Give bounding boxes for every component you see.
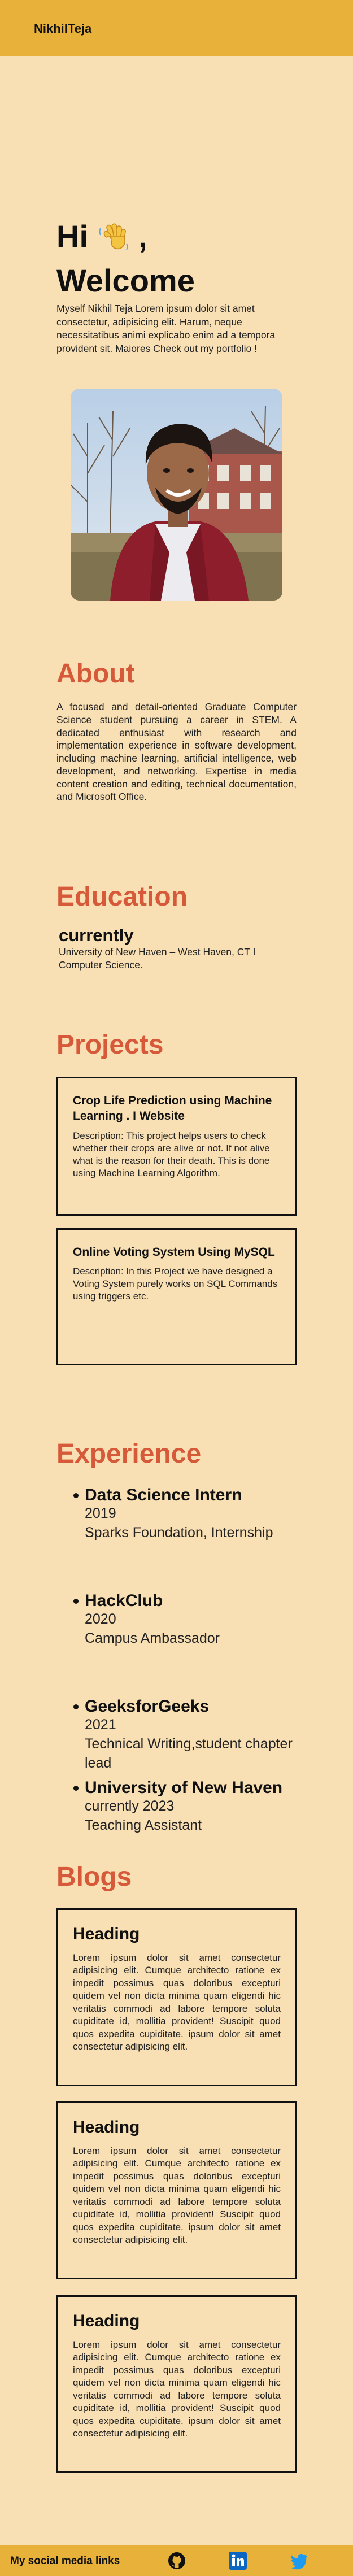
footer-label: My social media links — [10, 2555, 120, 2567]
experience-detail: Campus Ambassador — [85, 1630, 220, 1646]
experience-detail: Sparks Foundation, Internship — [85, 1524, 273, 1541]
blogs-title: Blogs — [56, 1862, 132, 1892]
profile-photo — [71, 389, 282, 601]
project-description: Description: In this Project we have des… — [73, 1266, 278, 1302]
twitter-icon[interactable] — [290, 2551, 309, 2570]
waving-hand-icon — [97, 220, 130, 258]
bullet-icon — [73, 1493, 79, 1498]
hero-welcome: Welcome — [56, 263, 195, 298]
blog-card[interactable]: Heading Lorem ipsum dolor sit amet conse… — [56, 1908, 297, 2086]
blog-card[interactable]: Heading Lorem ipsum dolor sit amet conse… — [56, 2295, 297, 2473]
experience-title: Experience — [56, 1439, 202, 1469]
blog-card[interactable]: Heading Lorem ipsum dolor sit amet conse… — [56, 2101, 297, 2279]
experience-detail: Teaching Assistant — [85, 1817, 202, 1833]
blog-heading[interactable]: Heading — [73, 1925, 281, 1944]
experience-item: Data Science Intern 2019 Sparks Foundati… — [62, 1486, 311, 1543]
education-detail: University of New Haven – West Haven, CT… — [59, 946, 256, 971]
hero-greeting: Hi — [56, 219, 88, 254]
hero-greeting-suffix: , — [138, 219, 147, 254]
experience-year: 2020 — [85, 1611, 116, 1627]
education-title: Education — [56, 882, 188, 912]
bullet-icon — [73, 1599, 79, 1604]
blog-heading[interactable]: Heading — [73, 2118, 281, 2137]
about-text: A focused and detail-oriented Graduate C… — [56, 701, 297, 803]
blog-heading[interactable]: Heading — [73, 2312, 281, 2331]
project-card[interactable]: Online Voting System Using MySQL Descrip… — [56, 1228, 297, 1365]
education-status: currently — [59, 925, 134, 945]
bullet-icon — [73, 1704, 79, 1709]
site-footer: My social media links — [0, 2545, 353, 2576]
project-title[interactable]: Crop Life Prediction using Machine Learn… — [73, 1093, 281, 1124]
experience-role: University of New Haven — [85, 1778, 283, 1797]
site-header: NikhilTeja — [0, 0, 353, 56]
brand-name[interactable]: NikhilTeja — [34, 21, 91, 36]
experience-role: HackClub — [85, 1591, 163, 1610]
project-card[interactable]: Crop Life Prediction using Machine Learn… — [56, 1077, 297, 1216]
blog-body: Lorem ipsum dolor sit amet consectetur a… — [73, 2339, 281, 2439]
experience-year: 2019 — [85, 1505, 116, 1521]
project-title[interactable]: Online Voting System Using MySQL — [73, 1245, 281, 1260]
experience-detail: Technical Writing,student chapter lead — [85, 1735, 293, 1771]
experience-item: University of New Haven currently 2023 T… — [62, 1778, 311, 1835]
experience-item: HackClub 2020 Campus Ambassador — [62, 1591, 311, 1648]
github-icon[interactable] — [167, 2551, 186, 2570]
experience-role: Data Science Intern — [85, 1486, 242, 1504]
experience-item: GeeksforGeeks 2021 Technical Writing,stu… — [62, 1697, 311, 1773]
linkedin-icon[interactable] — [228, 2551, 247, 2570]
about-title: About — [56, 659, 135, 689]
bullet-icon — [73, 1786, 79, 1791]
hero-title: Hi , Welcome — [56, 219, 305, 298]
project-description: Description: This project helps users to… — [73, 1130, 270, 1178]
hero-intro: Myself Nikhil Teja Lorem ipsum dolor sit… — [56, 303, 276, 354]
experience-role: GeeksforGeeks — [85, 1697, 210, 1716]
experience-year: 2021 — [85, 1717, 116, 1733]
blog-body: Lorem ipsum dolor sit amet consectetur a… — [73, 1952, 281, 2052]
blog-body: Lorem ipsum dolor sit amet consectetur a… — [73, 2146, 281, 2246]
experience-year: currently 2023 — [85, 1798, 175, 1814]
projects-title: Projects — [56, 1030, 164, 1060]
